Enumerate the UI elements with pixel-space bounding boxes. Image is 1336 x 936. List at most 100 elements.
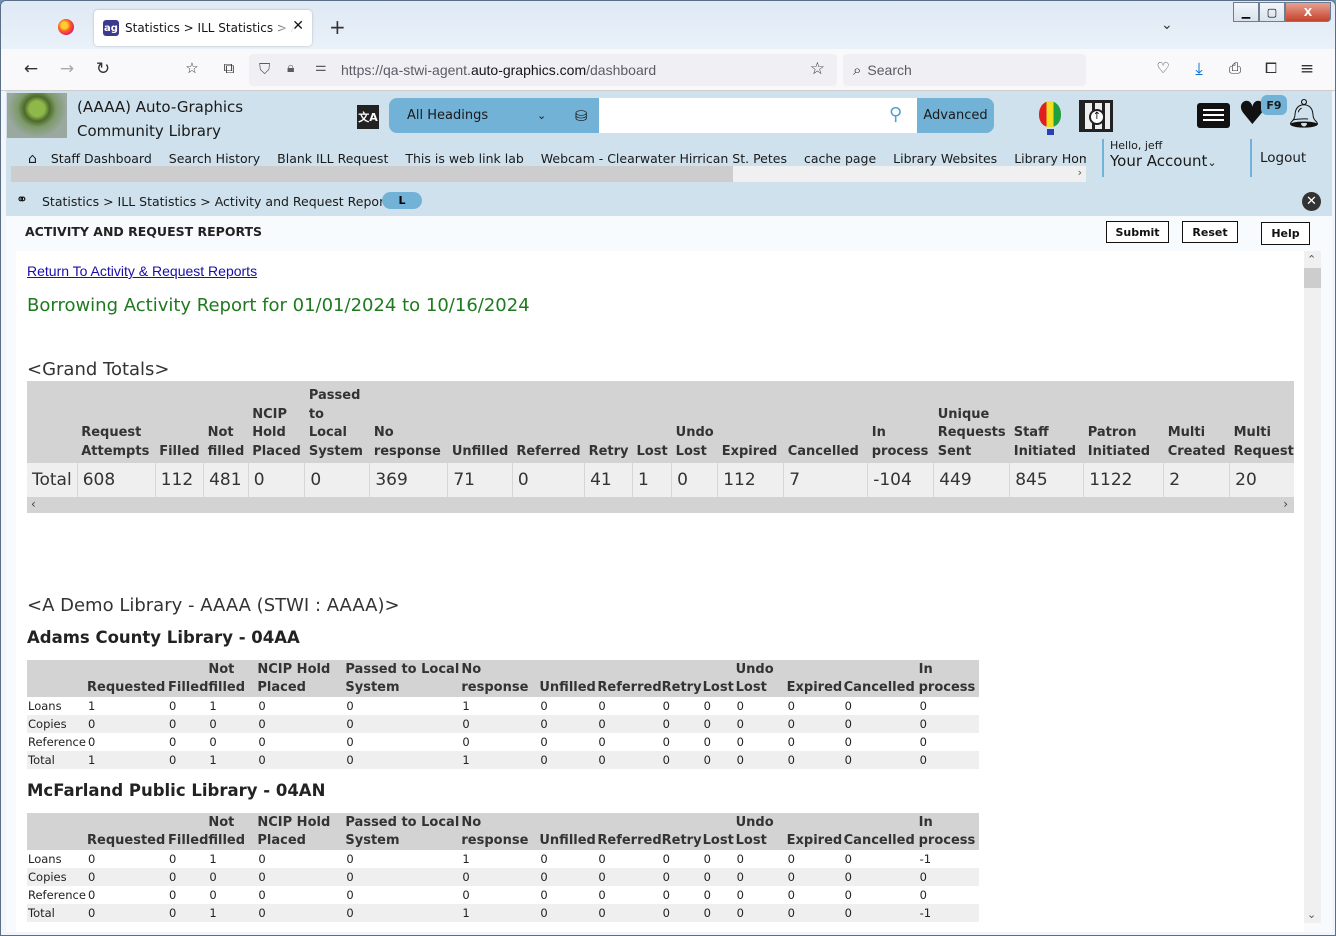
table-cell: 1 bbox=[87, 751, 168, 769]
scrollbar-thumb[interactable] bbox=[1304, 268, 1321, 288]
catalog-search-input[interactable] bbox=[599, 98, 917, 133]
table-cell: 0 bbox=[168, 886, 209, 904]
forward-arrow-icon[interactable]: → bbox=[57, 59, 77, 79]
library-logo[interactable] bbox=[7, 93, 67, 138]
table-cell: 0 bbox=[786, 886, 844, 904]
app-header: (AAAA) Auto-Graphics Community Library 文… bbox=[6, 91, 1332, 186]
branch-table: Requested Filled Not filled NCIP Hold Place… bbox=[27, 660, 979, 769]
menu-item[interactable]: Search History bbox=[169, 151, 260, 166]
downloads-icon[interactable]: ⤓ bbox=[1189, 59, 1209, 79]
table-cell: 0 bbox=[702, 850, 736, 868]
account-label[interactable]: Your Account bbox=[1110, 152, 1207, 170]
menu-item[interactable]: Blank ILL Request bbox=[277, 151, 388, 166]
column-header: Undo Lost bbox=[735, 813, 787, 850]
table-cell: 0 bbox=[735, 751, 787, 769]
grand-totals-horizontal-scrollbar[interactable]: ‹ › bbox=[27, 497, 1294, 513]
table-cell: 0 bbox=[786, 733, 844, 751]
site-permissions-icon[interactable]: ⚌ bbox=[315, 60, 327, 75]
hot-air-balloon-icon[interactable] bbox=[1039, 101, 1061, 135]
home-icon[interactable]: ⌂ bbox=[28, 151, 37, 167]
scroll-down-arrow-icon[interactable]: ⌄ bbox=[1307, 908, 1316, 921]
content-vertical-scrollbar[interactable]: ⌃ ⌄ bbox=[1304, 251, 1321, 923]
print-icon[interactable]: ⎙ bbox=[1225, 59, 1245, 77]
logout-link[interactable]: Logout bbox=[1250, 139, 1306, 177]
close-tab-icon[interactable]: ✕ bbox=[292, 18, 304, 34]
extensions-icon[interactable]: ⧠ bbox=[1261, 59, 1281, 77]
column-header: Filled bbox=[155, 381, 204, 463]
breadcrumb: Statistics > ILL Statistics > Activity a… bbox=[42, 194, 396, 209]
scroll-left-arrow-icon[interactable]: ‹ bbox=[31, 497, 36, 511]
search-scope-select[interactable]: All Headings ⌄ ⛁ bbox=[389, 98, 599, 133]
table-cell: 0 bbox=[661, 733, 703, 751]
scroll-right-arrow-icon[interactable]: › bbox=[1283, 497, 1288, 511]
pocket-icon[interactable]: ♡ bbox=[1153, 59, 1173, 77]
level-badge[interactable]: L bbox=[382, 192, 422, 209]
tracking-shield-icon[interactable]: ⛉ bbox=[259, 60, 270, 78]
table-cell: 0 bbox=[512, 463, 586, 497]
url-bar[interactable]: ⛉ 🔒︎ ⚌ https://qa-stwi-agent.auto-graphi… bbox=[249, 54, 837, 86]
table-cell: 0 bbox=[702, 733, 736, 751]
column-header bbox=[27, 813, 87, 850]
column-header: Requested bbox=[87, 660, 168, 697]
table-cell: 0 bbox=[539, 850, 598, 868]
advanced-search-button[interactable]: Advanced bbox=[917, 98, 994, 133]
table-cell: 7 bbox=[783, 463, 869, 497]
table-row: Total 1 0 1 0 0 1 0 0 0 0 0 0 0 0 bbox=[27, 751, 979, 769]
menu-item[interactable]: Staff Dashboard bbox=[51, 151, 152, 166]
bookmark-star-icon[interactable]: ☆ bbox=[810, 59, 825, 79]
url-text: https://qa-stwi-agent.auto-graphics.com/… bbox=[341, 62, 657, 78]
browser-tab-active[interactable]: ag Statistics > ILL Statistics > Activit… bbox=[94, 10, 312, 46]
window-controls: ▁ ▢ X bbox=[1233, 2, 1331, 22]
column-header: Multi Created bbox=[1163, 381, 1230, 463]
lock-icon[interactable]: 🔒︎ bbox=[287, 60, 294, 76]
share-icon[interactable]: ⧉ bbox=[219, 59, 239, 77]
list-all-tabs-icon[interactable]: ⌄ bbox=[1161, 17, 1173, 33]
scan-search-icon[interactable]: ↑ bbox=[1079, 100, 1113, 132]
close-icon[interactable]: ✕ bbox=[1302, 192, 1321, 211]
search-placeholder: Search bbox=[867, 62, 912, 78]
table-cell: 0 bbox=[597, 886, 662, 904]
scroll-right-arrow-icon[interactable]: › bbox=[1078, 166, 1082, 179]
maximize-window-button[interactable]: ▢ bbox=[1259, 2, 1285, 22]
column-header: Cancelled bbox=[783, 381, 868, 463]
search-submit-icon[interactable]: ⚲ bbox=[889, 104, 902, 125]
library-name: (AAAA) Auto-Graphics Community Library bbox=[77, 98, 244, 140]
account-menu[interactable]: Hello, jeff Your Account⌄ bbox=[1102, 139, 1217, 177]
minimize-window-button[interactable]: ▁ bbox=[1233, 2, 1259, 22]
menu-item[interactable]: Library Homepage bbox=[1014, 151, 1086, 166]
column-header: In process bbox=[918, 813, 979, 850]
table-cell: 1 bbox=[208, 697, 258, 715]
table-cell: 369 bbox=[369, 463, 449, 497]
return-link[interactable]: Return To Activity & Request Reports bbox=[27, 263, 257, 279]
back-arrow-icon[interactable]: ← bbox=[21, 59, 41, 79]
menu-item[interactable]: This is web link lab bbox=[405, 151, 523, 166]
table-cell: 0 bbox=[786, 697, 844, 715]
column-header: Expired bbox=[786, 813, 844, 850]
submit-button[interactable]: Submit bbox=[1106, 221, 1169, 243]
menu-horizontal-scrollbar[interactable]: › bbox=[11, 166, 1086, 182]
scroll-up-arrow-icon[interactable]: ⌃ bbox=[1307, 253, 1316, 266]
reload-icon[interactable]: ↻ bbox=[93, 59, 113, 79]
bookmark-manager-icon[interactable]: ☆ bbox=[182, 59, 202, 77]
row-label: Total bbox=[27, 463, 78, 497]
table-cell: 0 bbox=[597, 904, 662, 922]
app-menu-icon[interactable]: ≡ bbox=[1297, 59, 1317, 79]
menu-item[interactable]: Library Websites bbox=[893, 151, 997, 166]
new-tab-button[interactable]: + bbox=[329, 15, 346, 39]
row-label: Total bbox=[27, 751, 87, 769]
browser-search-box[interactable]: ⌕ Search bbox=[843, 54, 1086, 86]
table-cell: 41 bbox=[584, 463, 633, 497]
translate-icon[interactable]: 文A bbox=[357, 105, 379, 129]
list-icon[interactable] bbox=[1197, 103, 1230, 128]
menu-item[interactable]: Webcam - Clearwater Hirrican St. Petes bbox=[541, 151, 787, 166]
reset-button[interactable]: Reset bbox=[1182, 221, 1238, 243]
scrollbar-thumb[interactable] bbox=[11, 166, 733, 182]
table-cell: 0 bbox=[702, 697, 736, 715]
notifications-bell-icon[interactable]: 🔔︎ bbox=[1286, 99, 1322, 129]
database-icon[interactable]: ⛁ bbox=[575, 107, 588, 125]
close-window-button[interactable]: X bbox=[1285, 2, 1331, 22]
table-row: Copies 0 0 0 0 0 0 0 0 0 0 0 0 0 0 bbox=[27, 715, 979, 733]
menu-item[interactable]: cache page bbox=[804, 151, 876, 166]
help-button[interactable]: Help bbox=[1261, 222, 1310, 245]
table-cell: 0 bbox=[661, 697, 703, 715]
